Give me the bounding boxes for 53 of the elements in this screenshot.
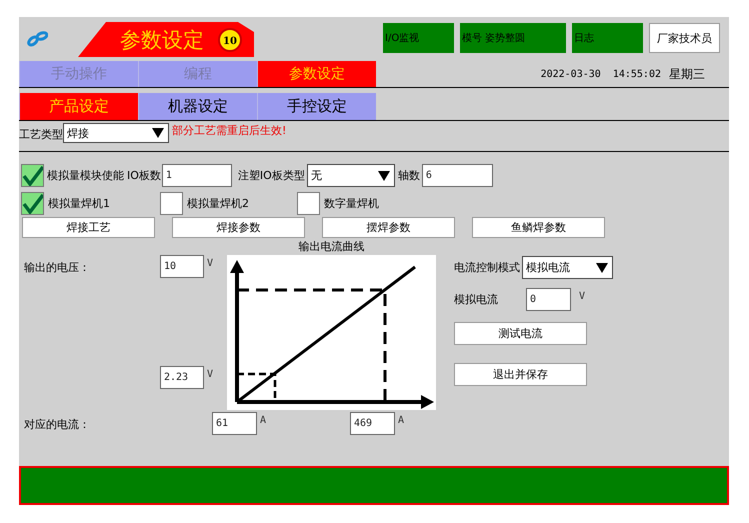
input-field[interactable]: 469	[350, 412, 395, 435]
field-label: 工艺类型	[19, 127, 63, 142]
unit-label: V	[579, 291, 586, 302]
caret-icon	[596, 262, 608, 272]
checkbox-label: 模拟量焊机2	[187, 196, 249, 211]
checkbox-label: 数字量焊机	[324, 196, 379, 211]
input-field[interactable]: 10	[160, 255, 204, 278]
menu-button[interactable]: 鱼鳞焊参数	[472, 217, 605, 238]
input-field[interactable]: 6	[422, 164, 493, 187]
dropdown[interactable]: 无	[306, 164, 395, 187]
page-title: 参数设定	[120, 26, 204, 54]
field-label: IO板数	[127, 168, 161, 183]
menu-button[interactable]: 焊接工艺	[22, 217, 155, 238]
status-button[interactable]: 模号 姿势整圆	[460, 23, 566, 53]
input-field[interactable]: 1	[162, 164, 232, 187]
checkbox[interactable]	[160, 192, 183, 215]
chart-title: 输出电流曲线	[298, 241, 366, 255]
checkbox-label: 模拟量模块使能	[47, 168, 124, 183]
link-icon	[26, 29, 48, 47]
field-label: 模拟电流	[454, 292, 499, 307]
date-time: 2022-03-30 14:55:02	[540, 68, 661, 80]
tab[interactable]: 手控设定	[257, 93, 376, 120]
checkbox-label: 模拟量焊机1	[48, 196, 110, 211]
action-button[interactable]: 测试电流	[454, 322, 587, 345]
checkbox[interactable]	[297, 192, 320, 215]
unit-label: V	[207, 258, 214, 269]
unit-label: A	[260, 415, 266, 426]
checkbox[interactable]	[21, 164, 44, 187]
user-button[interactable]: 厂家技术员	[649, 23, 720, 53]
menu-button[interactable]: 摆焊参数	[322, 217, 455, 238]
weekday: 星期三	[669, 66, 705, 82]
checkbox[interactable]	[21, 192, 44, 215]
input-field[interactable]: 61	[212, 412, 257, 435]
field-label: 电流控制模式	[454, 260, 520, 275]
action-button[interactable]: 退出并保存	[454, 363, 587, 386]
input-field[interactable]: 0	[526, 288, 571, 311]
caret-icon	[378, 170, 390, 180]
unit-label: A	[398, 415, 404, 426]
field-label: 输出的电压：	[23, 260, 91, 275]
field-label: 轴数	[398, 168, 420, 183]
caret-icon	[152, 128, 164, 138]
warning-text: 部分工艺需重启后生效!	[172, 123, 286, 138]
status-button[interactable]: I/O监视	[383, 23, 454, 53]
tab[interactable]: 机器设定	[138, 93, 257, 120]
dropdown[interactable]: 焊接	[63, 123, 169, 143]
unit-label: V	[207, 369, 214, 380]
badge: 10	[218, 28, 242, 52]
dropdown[interactable]: 模拟电流	[522, 256, 613, 279]
menu-button[interactable]: 焊接参数	[172, 217, 305, 238]
status-button[interactable]: 日志	[572, 23, 643, 53]
field-label: 注塑IO板类型	[238, 168, 305, 183]
input-field[interactable]: 2.23	[160, 366, 204, 389]
field-label: 对应的电流：	[23, 417, 91, 432]
